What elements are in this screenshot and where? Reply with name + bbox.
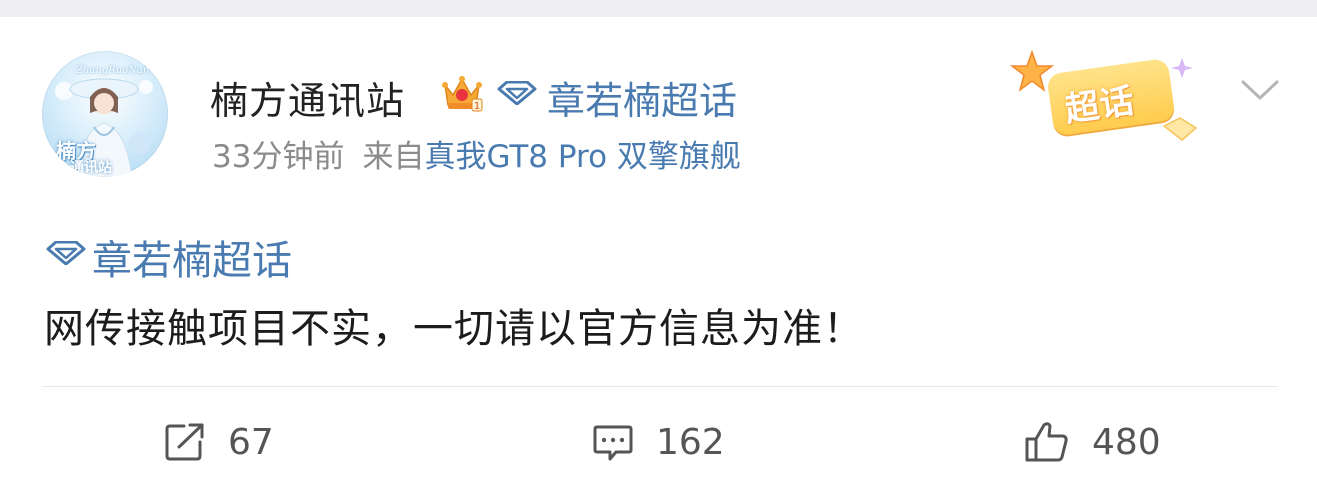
diamond-icon <box>497 81 537 105</box>
comment-icon <box>593 425 633 461</box>
post-time: 33分钟前 <box>212 139 345 175</box>
repost-button[interactable]: 67 <box>164 418 274 466</box>
avatar-caption-sub: 通讯站 <box>70 160 112 176</box>
post-meta: 33分钟前 来自真我GT8 Pro 双擎旗舰 <box>212 131 741 176</box>
topic-tag-label: 章若楠超话 <box>92 238 292 284</box>
badge-label: 超话 <box>1062 80 1138 131</box>
post-content: 网传接触项目不实，一切请以官方信息为准！ <box>44 306 864 352</box>
svg-text:1: 1 <box>474 101 480 112</box>
crown-icon[interactable]: 1 <box>439 73 485 113</box>
super-topic-badge[interactable]: 超话 <box>1004 48 1214 148</box>
comment-count: 162 <box>656 421 725 463</box>
like-button[interactable]: 480 <box>1024 418 1161 466</box>
header-topic-label: 章若楠超话 <box>547 79 738 123</box>
avatar-caption-top: ZhangRuoNan <box>76 65 150 76</box>
like-count: 480 <box>1092 421 1161 463</box>
avatar[interactable]: ZhangRuoNan 楠方 通讯站 <box>42 51 168 177</box>
like-icon <box>1025 422 1068 462</box>
divider <box>42 386 1278 387</box>
source-prefix: 来自 <box>362 139 425 175</box>
chevron-down-icon[interactable] <box>1240 78 1280 102</box>
diamond-icon <box>46 241 86 265</box>
comment-button[interactable]: 162 <box>592 418 725 466</box>
author-name[interactable]: 楠方通讯站 <box>210 70 405 125</box>
repost-count: 67 <box>228 421 274 463</box>
source-device[interactable]: 真我GT8 Pro 双擎旗舰 <box>424 139 740 175</box>
weibo-post-card: ZhangRuoNan 楠方 通讯站 楠方通讯站 1 章若楠超话 33分钟前 来自… <box>0 0 1317 494</box>
repost-icon <box>165 423 204 461</box>
